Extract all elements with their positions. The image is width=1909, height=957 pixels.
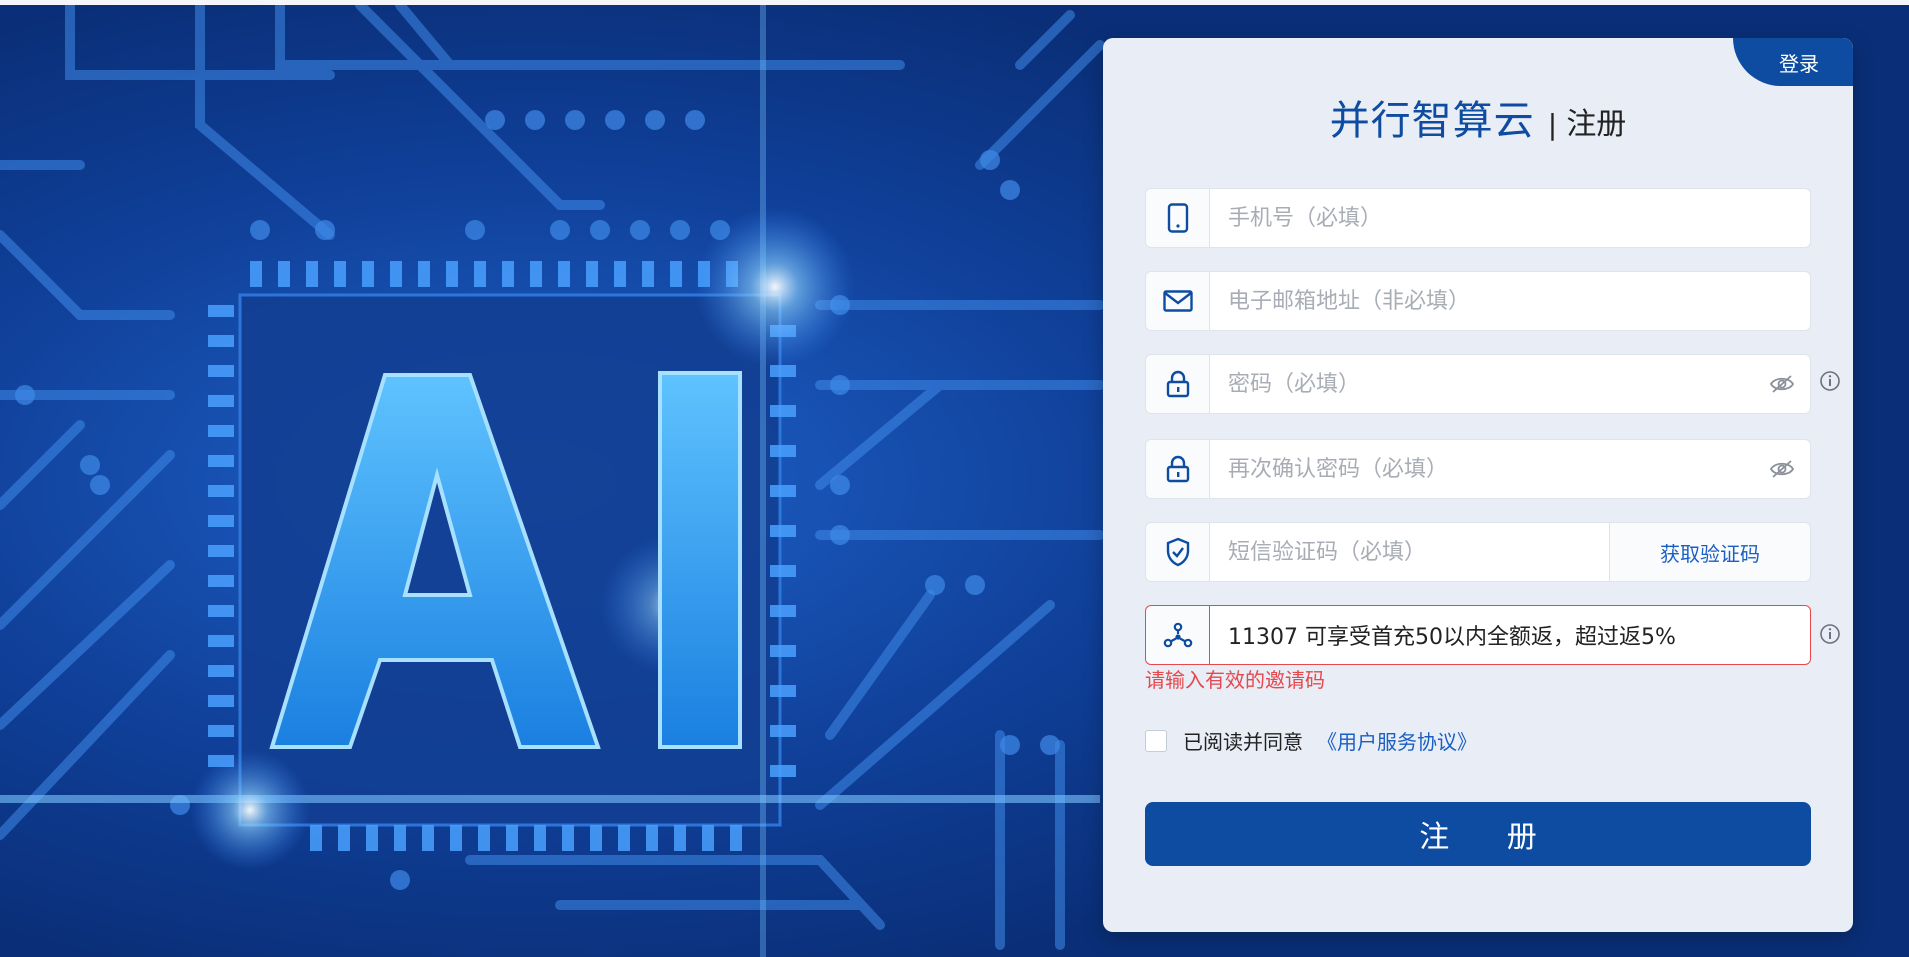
lock-icon xyxy=(1146,440,1210,498)
agreement-checkbox[interactable] xyxy=(1145,729,1167,752)
email-field xyxy=(1145,271,1811,331)
sms-code-field: 获取验证码 xyxy=(1145,522,1811,582)
page-title: 并行智算云 | 注册 xyxy=(1103,88,1853,146)
sms-code-input[interactable] xyxy=(1210,523,1609,581)
password-field xyxy=(1145,354,1811,414)
phone-field xyxy=(1145,188,1811,248)
confirm-password-field xyxy=(1145,439,1811,499)
lock-icon xyxy=(1146,355,1210,413)
password-input[interactable] xyxy=(1210,355,1754,413)
invite-code-field xyxy=(1145,605,1811,665)
phone-icon xyxy=(1146,189,1210,247)
user-agreement-link[interactable]: 《用户服务协议》 xyxy=(1317,726,1477,755)
confirm-password-input[interactable] xyxy=(1210,440,1754,498)
email-input[interactable] xyxy=(1210,272,1810,330)
invite-code-input[interactable] xyxy=(1210,606,1810,664)
mail-icon xyxy=(1146,272,1210,330)
eye-off-icon[interactable] xyxy=(1754,355,1810,413)
title-separator: | xyxy=(1547,108,1558,141)
phone-input[interactable] xyxy=(1210,189,1810,247)
share-nodes-icon xyxy=(1146,606,1210,664)
brand-name: 并行智算云 xyxy=(1329,98,1535,144)
page-subtitle: 注册 xyxy=(1566,107,1627,142)
shield-check-icon xyxy=(1146,523,1210,581)
register-card: 登录 并行智算云 | 注册 手机号（必填） 电子邮箱地址（非必填） 短信验证码（… xyxy=(1103,38,1853,932)
eye-off-icon[interactable] xyxy=(1754,440,1810,498)
invite-code-error: 请输入有效的邀请码 xyxy=(1145,668,1325,692)
invite-info-icon[interactable] xyxy=(1819,623,1841,645)
agreement-text: 已阅读并同意 xyxy=(1183,730,1303,754)
get-code-button[interactable]: 获取验证码 xyxy=(1609,523,1810,581)
agreement-row: 已阅读并同意 《用户服务协议》 xyxy=(1145,726,1477,755)
login-tab-button[interactable]: 登录 xyxy=(1733,38,1853,86)
register-button[interactable]: 注 册 xyxy=(1145,802,1811,866)
password-info-icon[interactable] xyxy=(1819,370,1841,392)
